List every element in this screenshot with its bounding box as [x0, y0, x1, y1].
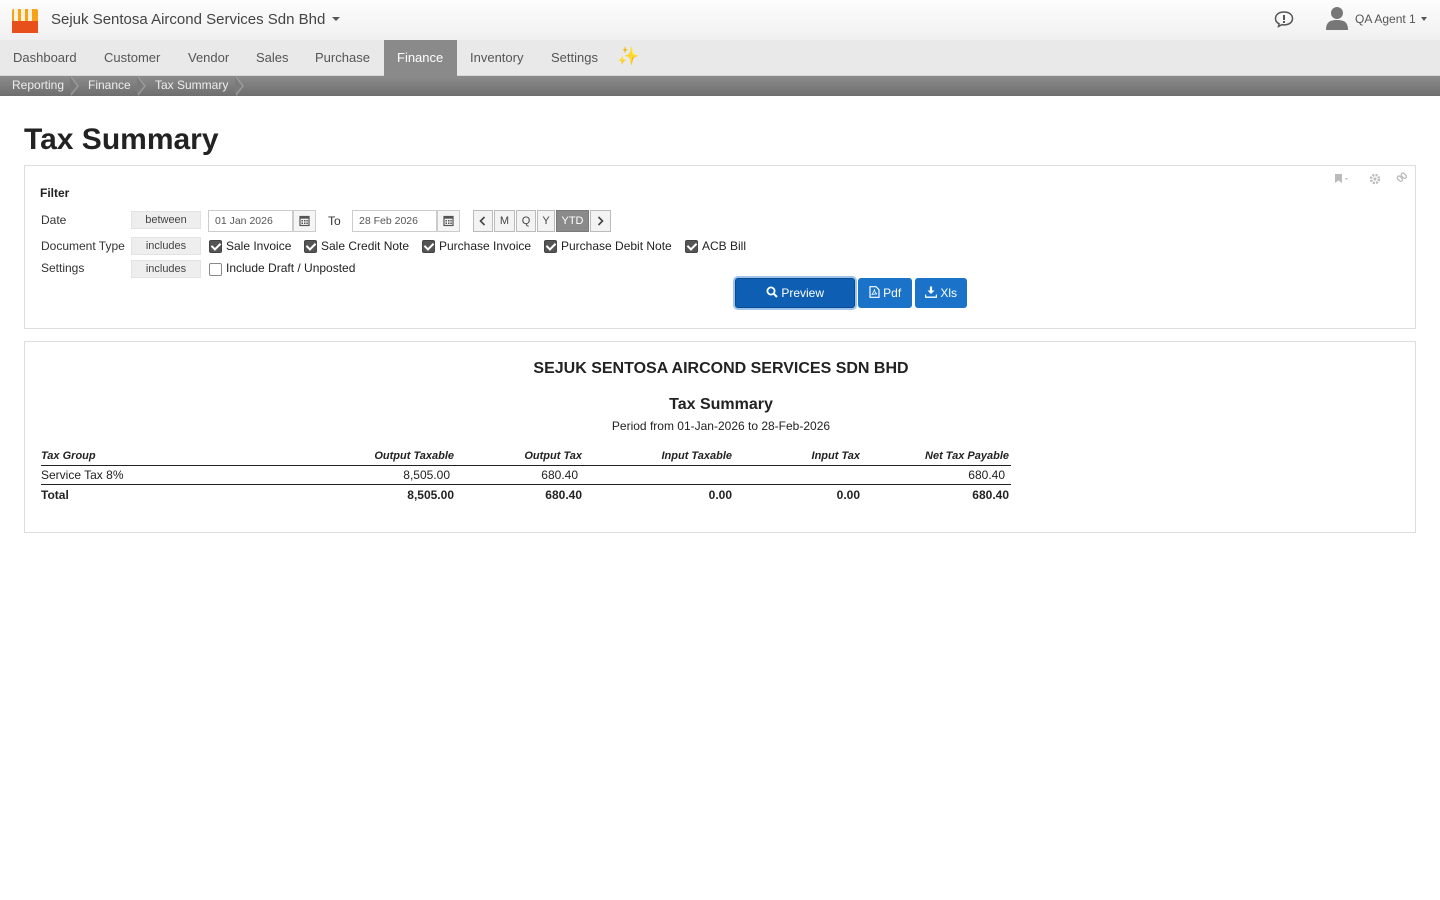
- page-title: Tax Summary: [24, 123, 219, 156]
- link-icon[interactable]: [1396, 172, 1408, 184]
- nav-item-customer[interactable]: Customer: [91, 40, 173, 76]
- acb-bill-label[interactable]: ACB Bill: [702, 239, 746, 253]
- cell-net-tax-payable: 680.40: [968, 468, 1005, 482]
- report-company: SEJUK SENTOSA AIRCOND SERVICES SDN BHD: [533, 360, 909, 377]
- breadcrumb-separator-icon: [235, 76, 244, 96]
- include-draft-checkbox[interactable]: [209, 263, 222, 276]
- breadcrumb-separator-icon: [70, 76, 79, 96]
- filter-panel: Filter Date between 01 Jan 2026 To 28 Fe…: [24, 165, 1416, 329]
- main-nav: Dashboard Customer Vendor Sales Purchase…: [0, 40, 1440, 76]
- report-panel: SEJUK SENTOSA AIRCOND SERVICES SDN BHD T…: [24, 341, 1416, 533]
- user-name[interactable]: QA Agent 1: [1355, 12, 1416, 26]
- period-next-button[interactable]: [590, 210, 611, 232]
- total-input-tax: 0.00: [836, 488, 860, 502]
- settings-operator[interactable]: includes: [131, 260, 201, 278]
- cell-output-tax: 680.40: [541, 468, 578, 482]
- nav-item-vendor[interactable]: Vendor: [175, 40, 242, 76]
- nav-item-dashboard[interactable]: Dashboard: [0, 40, 90, 76]
- column-header-output-taxable: Output Taxable: [374, 450, 454, 462]
- include-draft-label[interactable]: Include Draft / Unposted: [226, 261, 355, 275]
- breadcrumb-tax-summary: Tax Summary: [155, 78, 229, 92]
- cell-output-taxable: 8,505.00: [403, 468, 450, 482]
- filter-title: Filter: [40, 186, 70, 200]
- purchase-invoice-label[interactable]: Purchase Invoice: [439, 239, 531, 253]
- purchase-debit-note-label[interactable]: Purchase Debit Note: [561, 239, 672, 253]
- acb-bill-checkbox[interactable]: [685, 240, 698, 253]
- total-label: Total: [41, 488, 69, 502]
- date-operator[interactable]: between: [131, 211, 201, 229]
- header-rule: [41, 465, 1011, 466]
- date-to-calendar-button[interactable]: [437, 210, 460, 232]
- column-header-output-tax: Output Tax: [524, 450, 582, 462]
- nav-item-purchase[interactable]: Purchase: [302, 40, 383, 76]
- sparkle-icon[interactable]: ✨: [617, 46, 639, 67]
- app-logo-icon[interactable]: [12, 7, 38, 33]
- calendar-icon: [443, 215, 454, 227]
- total-input-taxable: 0.00: [708, 488, 732, 502]
- calendar-icon: [299, 215, 310, 227]
- settings-label: Settings: [41, 261, 85, 275]
- date-from-input[interactable]: 01 Jan 2026: [208, 210, 293, 232]
- preview-button-label: Preview: [781, 286, 825, 300]
- chevron-down-icon[interactable]: [1421, 17, 1427, 21]
- cell-tax-group: Service Tax 8%: [41, 468, 124, 482]
- nav-item-sales[interactable]: Sales: [243, 40, 302, 76]
- search-icon: [766, 286, 778, 298]
- chevron-down-icon[interactable]: [332, 17, 340, 21]
- chevron-right-icon: [597, 216, 604, 226]
- nav-item-inventory[interactable]: Inventory: [457, 40, 536, 76]
- gear-icon[interactable]: [1369, 173, 1381, 185]
- total-output-taxable: 8,505.00: [407, 488, 454, 502]
- report-period: Period from 01-Jan-2026 to 28-Feb-2026: [611, 419, 831, 433]
- bookmark-icon[interactable]: [1334, 173, 1352, 185]
- company-name[interactable]: Sejuk Sentosa Aircond Services Sdn Bhd: [51, 11, 325, 28]
- date-to-input[interactable]: 28 Feb 2026: [352, 210, 437, 232]
- breadcrumb-separator-icon: [137, 76, 146, 96]
- purchase-invoice-checkbox[interactable]: [422, 240, 435, 253]
- total-output-tax: 680.40: [545, 488, 582, 502]
- sale-credit-note-checkbox[interactable]: [304, 240, 317, 253]
- pdf-button-label: Pdf: [883, 286, 902, 300]
- period-year-button[interactable]: Y: [537, 210, 555, 232]
- purchase-debit-note-checkbox[interactable]: [544, 240, 557, 253]
- date-to-label: To: [328, 214, 341, 228]
- column-header-tax-group: Tax Group: [41, 450, 96, 462]
- report-title: Tax Summary: [669, 396, 773, 413]
- chevron-left-icon: [479, 216, 486, 226]
- breadcrumb-finance[interactable]: Finance: [88, 76, 131, 96]
- column-header-input-tax: Input Tax: [811, 450, 860, 462]
- document-type-label: Document Type: [41, 239, 125, 253]
- xls-button[interactable]: Xls: [915, 278, 967, 308]
- total-rule: [41, 484, 1011, 485]
- pdf-button[interactable]: Pdf: [858, 278, 912, 308]
- sale-invoice-label[interactable]: Sale Invoice: [226, 239, 291, 253]
- date-label: Date: [41, 213, 67, 227]
- sale-invoice-checkbox[interactable]: [209, 240, 222, 253]
- date-from-calendar-button[interactable]: [293, 210, 316, 232]
- preview-button[interactable]: Preview: [735, 278, 855, 308]
- period-prev-button[interactable]: [473, 210, 493, 232]
- period-month-button[interactable]: M: [494, 210, 515, 232]
- xls-button-label: Xls: [940, 286, 957, 300]
- breadcrumb-reporting[interactable]: Reporting: [12, 76, 64, 96]
- total-net-tax-payable: 680.40: [972, 488, 1009, 502]
- breadcrumb: Reporting Finance Tax Summary: [0, 76, 1440, 96]
- column-header-input-taxable: Input Taxable: [661, 450, 733, 462]
- chat-icon[interactable]: [1274, 10, 1294, 28]
- document-type-operator[interactable]: includes: [131, 237, 201, 255]
- nav-item-settings[interactable]: Settings: [538, 40, 611, 76]
- period-quarter-button[interactable]: Q: [516, 210, 536, 232]
- file-pdf-icon: [869, 286, 880, 298]
- period-ytd-button[interactable]: YTD: [556, 210, 589, 232]
- column-header-net-tax-payable: Net Tax Payable: [925, 450, 1009, 462]
- nav-item-finance[interactable]: Finance: [384, 40, 457, 76]
- top-bar: Sejuk Sentosa Aircond Services Sdn Bhd Q…: [0, 0, 1440, 40]
- sale-credit-note-label[interactable]: Sale Credit Note: [321, 239, 409, 253]
- user-avatar-icon[interactable]: [1326, 6, 1348, 30]
- download-icon: [924, 286, 938, 298]
